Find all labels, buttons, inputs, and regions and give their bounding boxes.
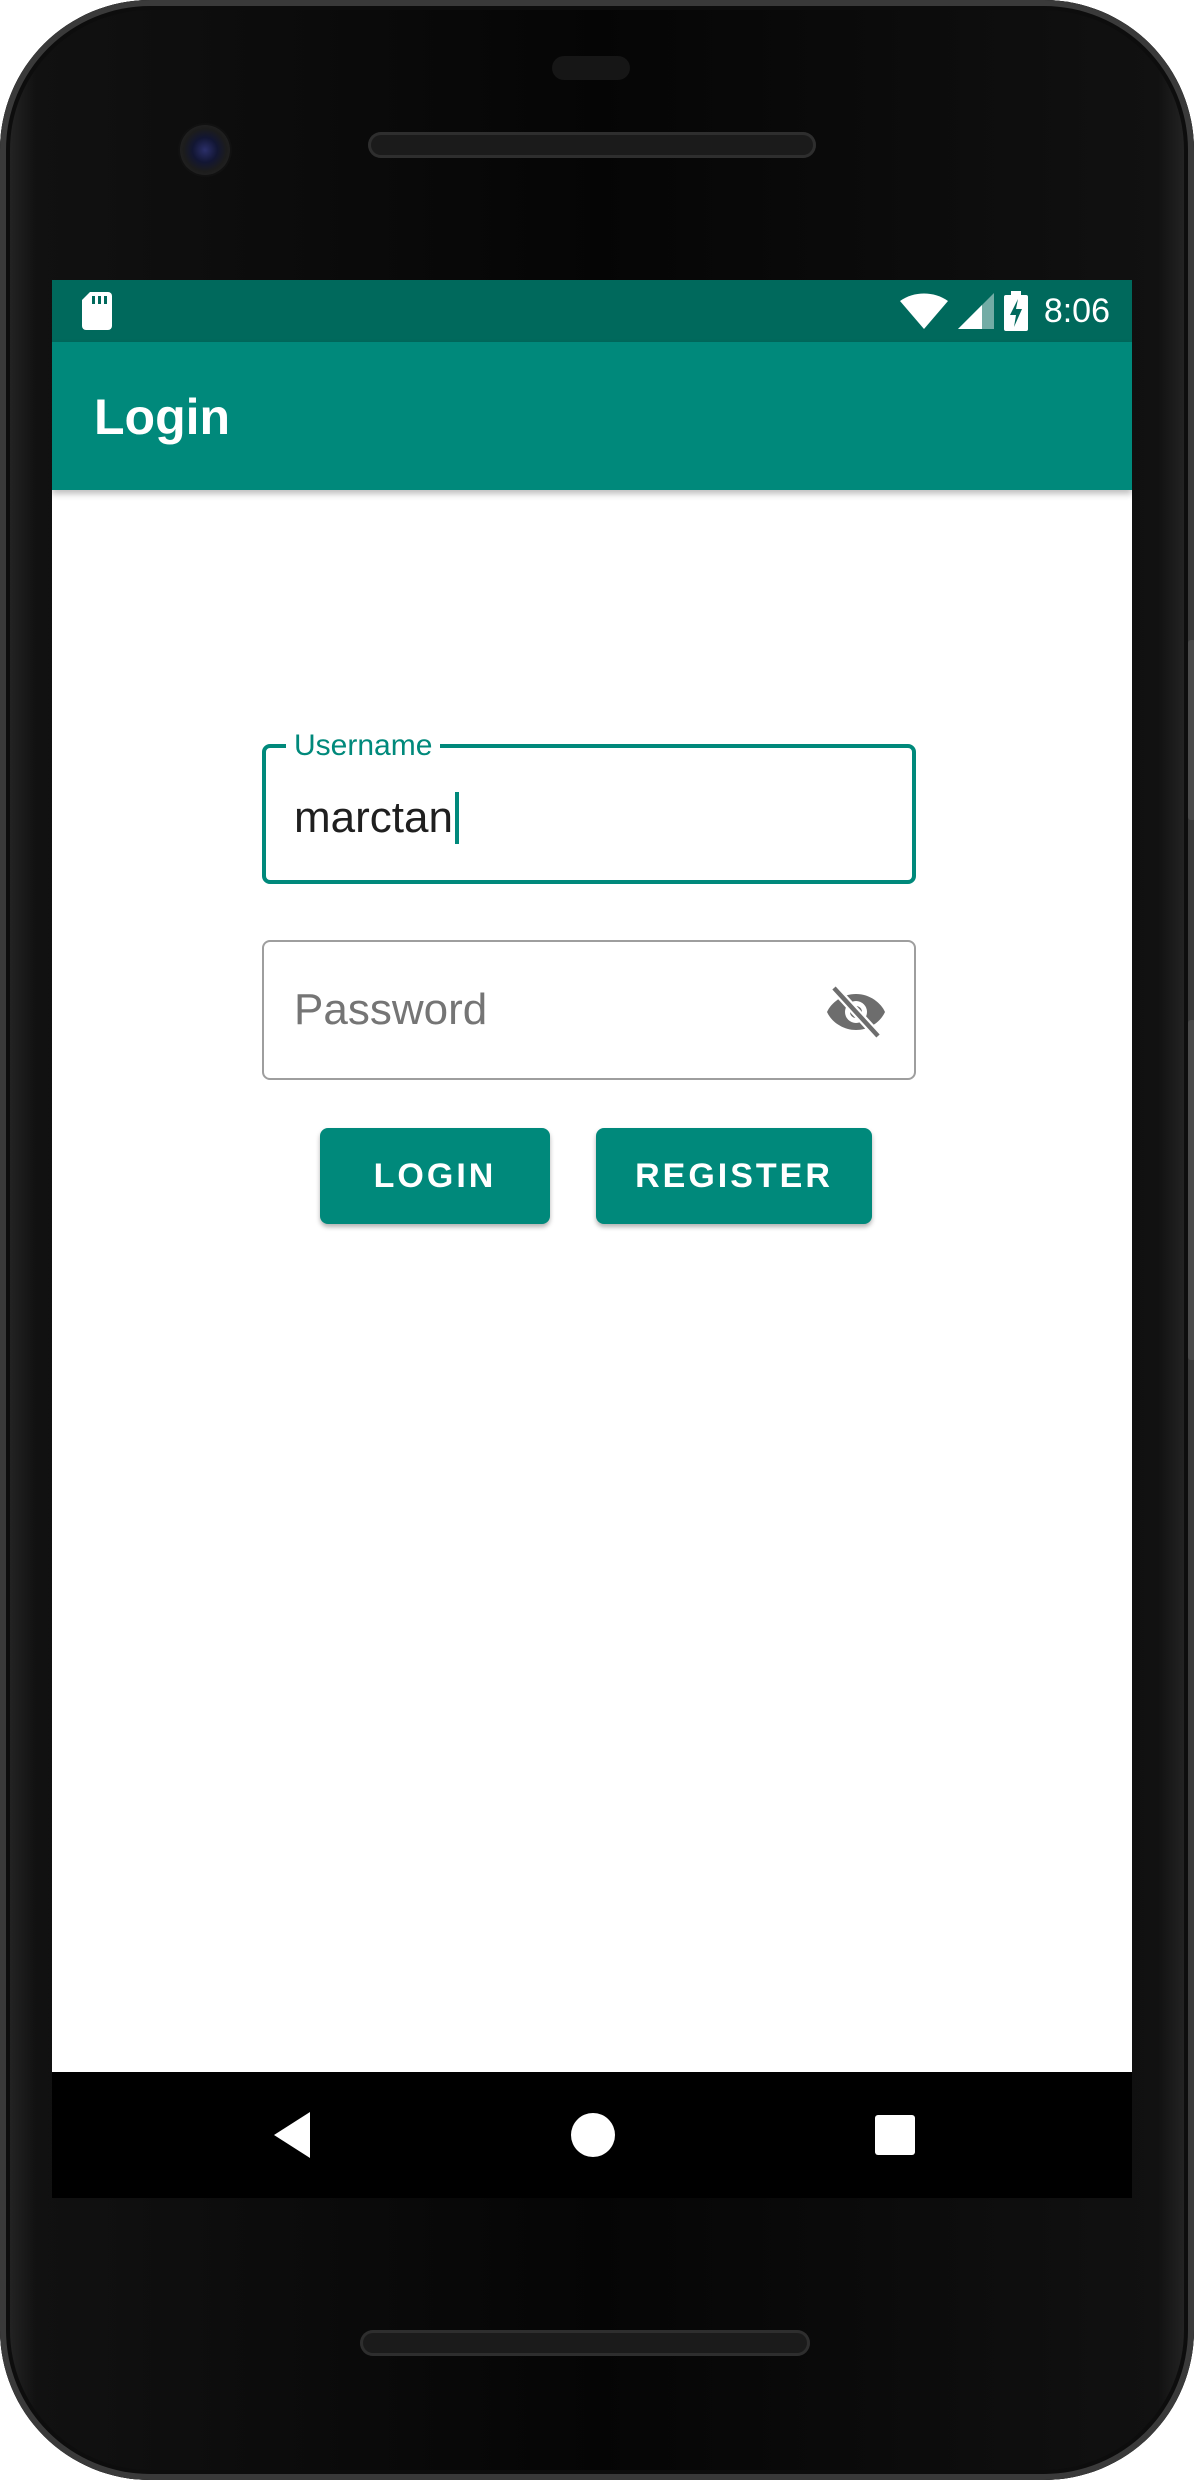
signal-icon [957,293,994,329]
username-label: Username [286,726,441,766]
screen: 8:06 Login Username marctan Password LOG… [52,280,1132,2072]
home-icon[interactable] [560,2102,626,2168]
app-bar: Login [52,342,1132,490]
proximity-sensor [552,56,630,80]
back-icon[interactable] [262,2102,328,2168]
sd-card-icon [82,292,112,330]
page-title: Login [94,389,231,445]
earpiece-speaker [368,132,816,158]
wifi-icon [899,293,948,329]
status-icons: 8:06 [899,280,1110,342]
navigation-bar [52,2072,1132,2198]
status-time: 8:06 [1043,291,1110,330]
visibility-off-icon[interactable] [826,984,886,1040]
phone-frame: 8:06 Login Username marctan Password LOG… [0,0,1194,2480]
status-bar: 8:06 [52,280,1132,342]
bottom-speaker [360,2330,810,2356]
username-value: marctan [294,793,453,842]
register-button[interactable]: REGISTER [596,1128,872,1224]
username-field[interactable]: Username marctan [262,726,916,884]
front-camera [180,125,230,175]
username-input[interactable]: marctan [294,792,459,844]
power-button [1188,1020,1194,1360]
volume-button [1188,640,1194,820]
battery-charging-icon [1003,291,1028,331]
login-button[interactable]: LOGIN [320,1128,550,1224]
password-field[interactable]: Password [262,940,916,1080]
password-placeholder: Password [294,985,488,1034]
recents-icon[interactable] [862,2102,928,2168]
text-cursor [454,792,459,844]
